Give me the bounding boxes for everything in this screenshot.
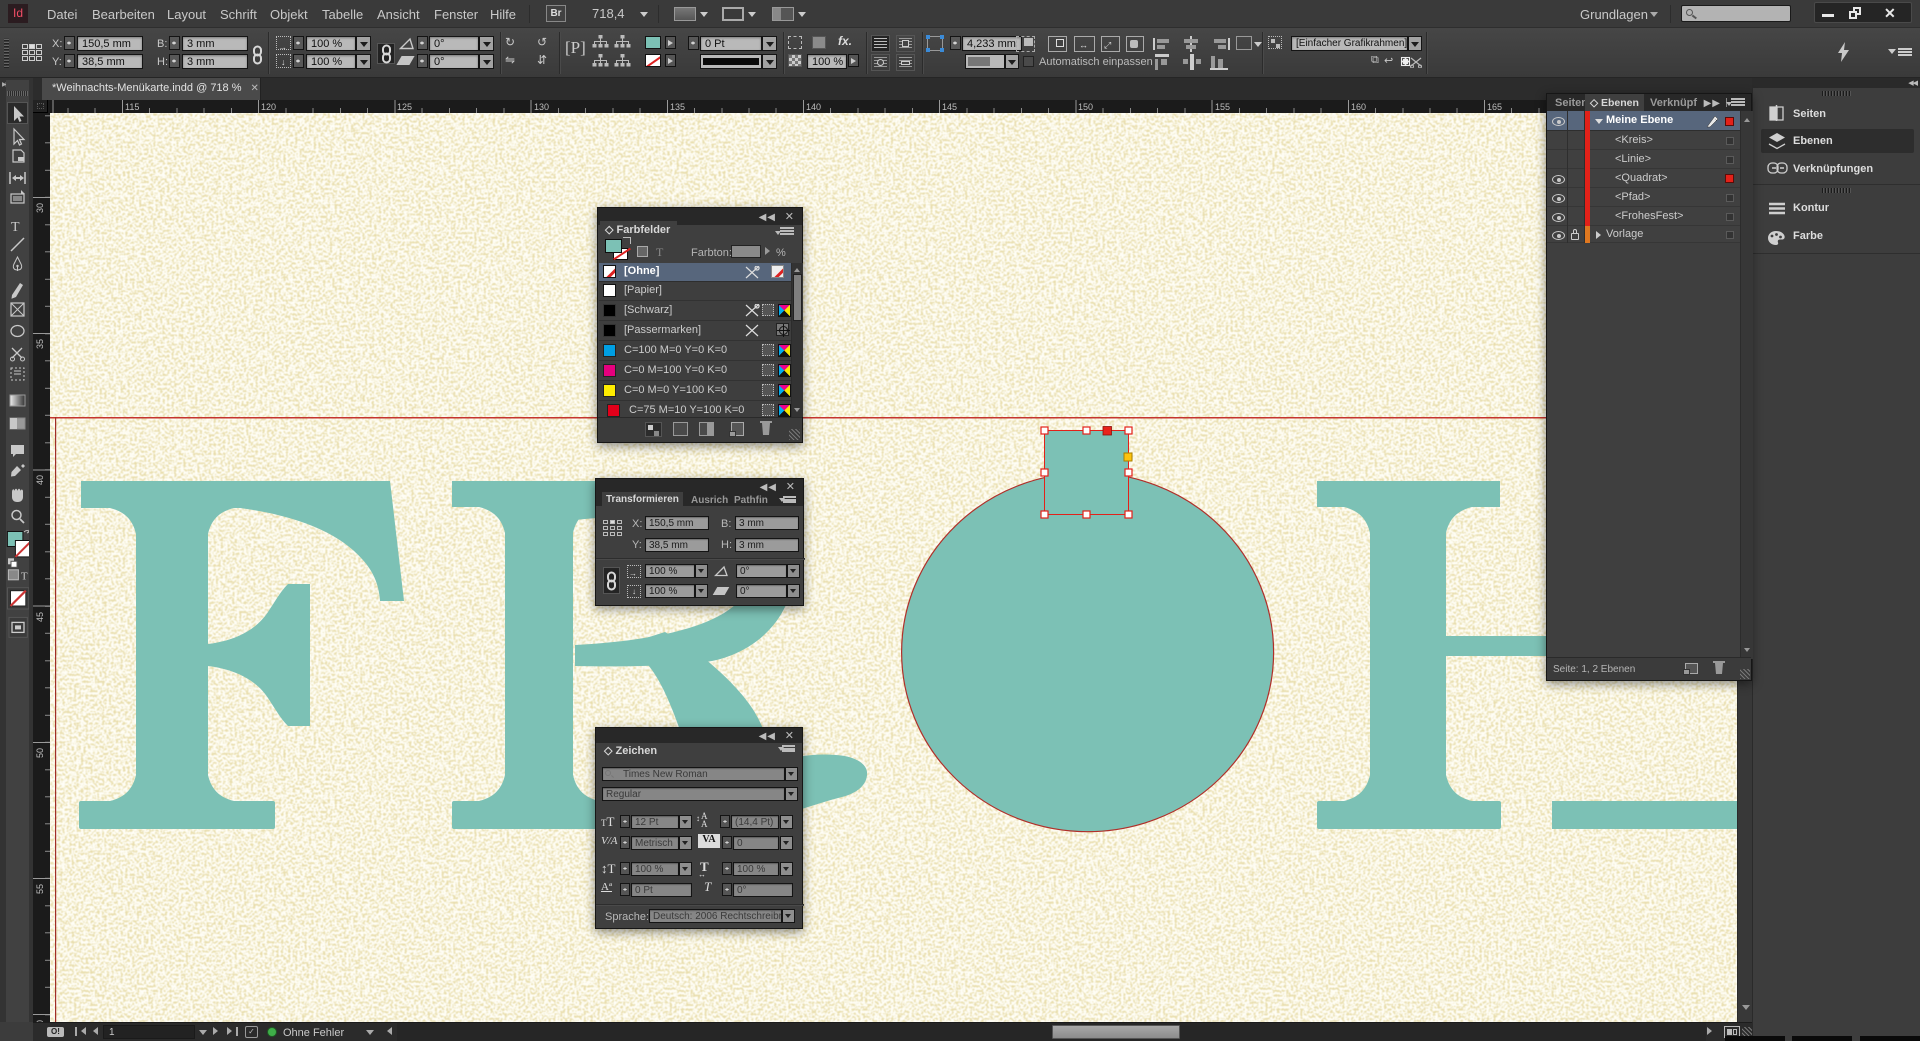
svg-text:T: T [11, 220, 20, 235]
svg-text:T: T [21, 571, 28, 583]
